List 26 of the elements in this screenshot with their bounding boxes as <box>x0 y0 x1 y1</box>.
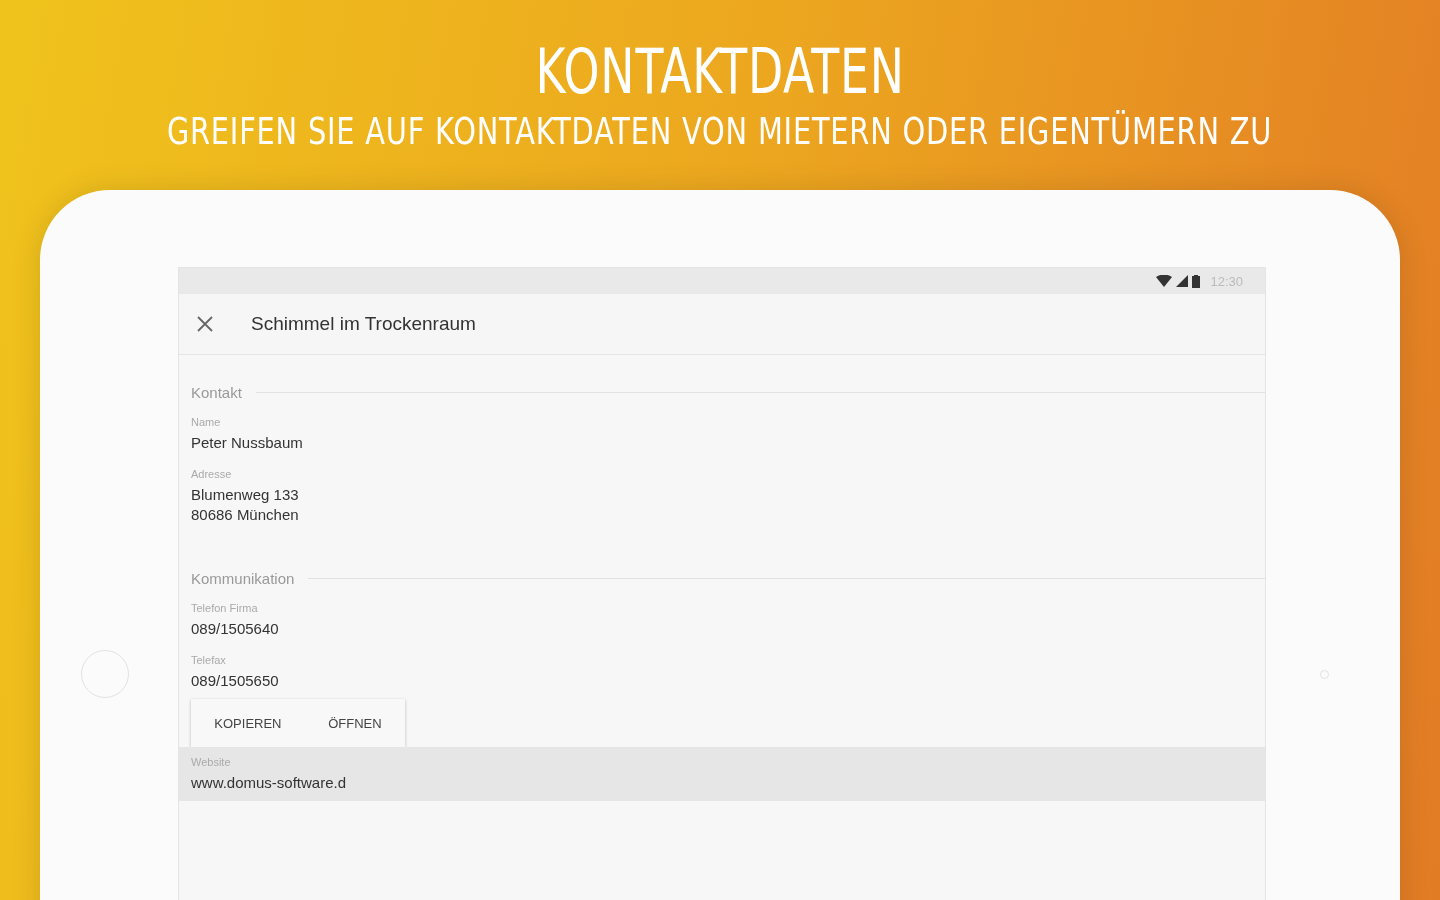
banner-title: KONTAKTDATEN <box>535 36 905 108</box>
field-value: 089/1505650 <box>191 671 280 691</box>
field-value: 089/1505640 <box>191 619 280 639</box>
field-label: Telefax <box>191 653 227 668</box>
section-heading: Kommunikation <box>191 569 295 587</box>
field-label: Telefon Firma <box>191 601 259 616</box>
field-label: Adresse <box>191 467 233 482</box>
contact-field[interactable]: Telefon Firma 089/1505640 <box>179 593 1265 645</box>
menu-item[interactable]: KOPIEREN <box>208 707 288 739</box>
contact-field[interactable]: Website www.domus-software.d <box>179 747 1265 801</box>
wifi-icon <box>1156 275 1173 287</box>
field-label: Name <box>191 415 222 430</box>
menu-item[interactable]: ÖFFNEN <box>322 707 388 739</box>
banner-subtitle: GREIFEN SIE AUF KONTAKTDATEN VON MIETERN ODER EIGENTÜMERN ZU <box>167 110 1273 154</box>
app-bar-title: Schimmel im Trockenraum <box>251 313 476 335</box>
field-value: Blumenweg 133 80686 München <box>191 485 300 525</box>
battery-icon <box>1192 274 1201 288</box>
contact-field[interactable]: Adresse Blumenweg 133 80686 München <box>179 459 1265 531</box>
section-heading: Kontakt <box>191 383 242 401</box>
signal-icon <box>1176 275 1189 287</box>
close-icon <box>197 316 213 332</box>
field-value: www.domus-software.d <box>191 773 348 793</box>
contact-field[interactable]: Telefax 089/1505650 <box>179 645 1265 697</box>
field-value: Peter Nussbaum <box>191 433 304 453</box>
contact-field[interactable]: Name Peter Nussbaum <box>179 407 1265 459</box>
field-label: Website <box>191 755 232 770</box>
